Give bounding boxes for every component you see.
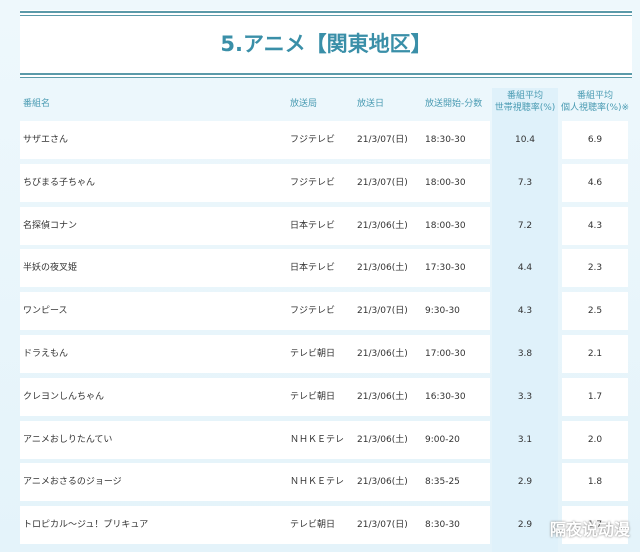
header-individual-2: 個人視聴率(%)※ [560,103,630,113]
program-name: ちびまる子ちゃん [23,177,96,188]
air-date: 21/3/07(日) [357,306,408,317]
row-background [20,121,490,159]
table-row: トロピカル～ジュ！プリキュア テレビ朝日 21/3/07(日) 8:30-30 2.9 1… [20,506,628,545]
station: ＮＨＫＥテレ [290,477,345,488]
page-title: 5.アニメ【関東地区】 [220,32,432,56]
header-station: 放送局 [290,99,318,109]
table-row: サザエさん フジテレビ 21/3/07(日) 18:30-30 10.4 6.9 [20,121,628,159]
household-rating: 2.9 [517,477,533,488]
station: テレビ朝日 [290,520,336,531]
air-date: 21/3/06(土) [357,349,408,359]
header-name: 番組名 [23,99,51,109]
household-rating: 7.3 [517,177,533,188]
air-date: 21/3/06(土) [357,263,408,274]
header-time: 放送開始-分数 [425,99,483,109]
station: フジテレビ [290,177,336,188]
individual-rating: 4.3 [587,220,603,231]
individual-rating: 1.7 [587,391,603,402]
household-rating: 3.3 [517,391,533,402]
table-row: ワンピース フジテレビ 21/3/07(日) 9:30-30 4.3 2.5 [20,292,628,331]
start-time-duration: 17:00-30 [425,349,466,359]
station: 日本テレビ [290,263,336,274]
station: ＮＨＫＥテレ [290,434,345,445]
start-time-duration: 18:00-30 [425,177,466,188]
start-time-duration: 9:30-30 [425,306,460,317]
household-rating: 4.3 [517,306,533,317]
start-time-duration: 17:30-30 [425,263,466,274]
header-date: 放送日 [357,99,385,109]
air-date: 21/3/07(日) [357,177,408,188]
air-date: 21/3/06(土) [357,434,408,445]
household-rating: 7.2 [517,220,533,231]
title-bottom-divider [20,73,632,78]
program-name: ドラえもん [23,349,69,359]
start-time-duration: 9:00-20 [425,434,460,445]
table-header: 番組名 放送局 放送日 放送開始-分数 番組平均 世帯視聴率(%) 番組平均 個… [20,88,629,118]
row-background [20,335,490,373]
household-rating: 4.4 [517,263,533,274]
row-background [20,206,490,245]
program-name: サザエさん [23,135,69,145]
household-rating: 3.1 [517,434,533,445]
individual-rating: 1.8 [587,477,603,488]
individual-rating: 4.6 [587,177,603,188]
program-name: ワンピース [23,306,68,317]
individual-rating: 6.9 [587,135,603,145]
air-date: 21/3/07(日) [357,135,408,145]
household-rating: 10.4 [514,135,536,145]
air-date: 21/3/07(日) [357,520,408,531]
program-name: クレヨンしんちゃん [23,391,105,402]
table-row: アニメおしりたんてい ＮＨＫＥテレ 21/3/06(土) 9:00-20 3.1 2.0 [20,420,628,459]
header-household-2: 世帯視聴率(%) [494,103,556,113]
individual-rating: 2.5 [587,306,603,317]
table-row: アニメおさるのジョージ ＮＨＫＥテレ 21/3/06(土) 8:35-25 2.9 1.8 [20,463,628,502]
station: フジテレビ [290,135,336,145]
program-name: アニメおさるのジョージ [23,477,122,488]
individual-rating: 2.1 [587,349,603,359]
table-row: 半妖の夜叉姫 日本テレビ 21/3/06(土) 17:30-30 4.4 2.3 [20,249,628,288]
table-row: ちびまる子ちゃん フジテレビ 21/3/07(日) 18:00-30 7.3 4.6 [20,163,628,202]
household-rating: 3.8 [517,349,533,359]
station: テレビ朝日 [290,391,336,402]
air-date: 21/3/06(土) [357,477,408,488]
station: テレビ朝日 [290,349,336,359]
program-name: アニメおしりたんてい [23,434,113,445]
table-row: ドラえもん テレビ朝日 21/3/06(土) 17:00-30 3.8 2.1 [20,335,628,373]
air-date: 21/3/06(土) [357,391,408,402]
table-row: クレヨンしんちゃん テレビ朝日 21/3/06(土) 16:30-30 3.3 1.7 [20,377,628,416]
start-time-duration: 8:30-30 [425,520,460,531]
program-name: トロピカル～ジュ！プリキュア [23,520,149,531]
start-time-duration: 8:35-25 [425,477,460,488]
table-row: 名探偵コナン 日本テレビ 21/3/06(土) 18:00-30 7.2 4.3 [20,206,628,245]
household-rating: 2.9 [517,520,533,531]
row-background [20,249,490,288]
program-name: 半妖の夜叉姫 [23,263,78,274]
watermark: 隔夜说动漫 [549,520,630,539]
individual-rating: 2.3 [587,263,603,274]
start-time-duration: 18:00-30 [425,220,466,231]
start-time-duration: 18:30-30 [425,135,466,145]
row-background [20,292,490,331]
individual-rating: 2.0 [587,434,603,445]
program-name: 名探偵コナン [23,220,78,231]
station: フジテレビ [290,306,336,317]
start-time-duration: 16:30-30 [425,391,466,402]
station: 日本テレビ [290,220,336,231]
air-date: 21/3/06(土) [357,220,408,231]
